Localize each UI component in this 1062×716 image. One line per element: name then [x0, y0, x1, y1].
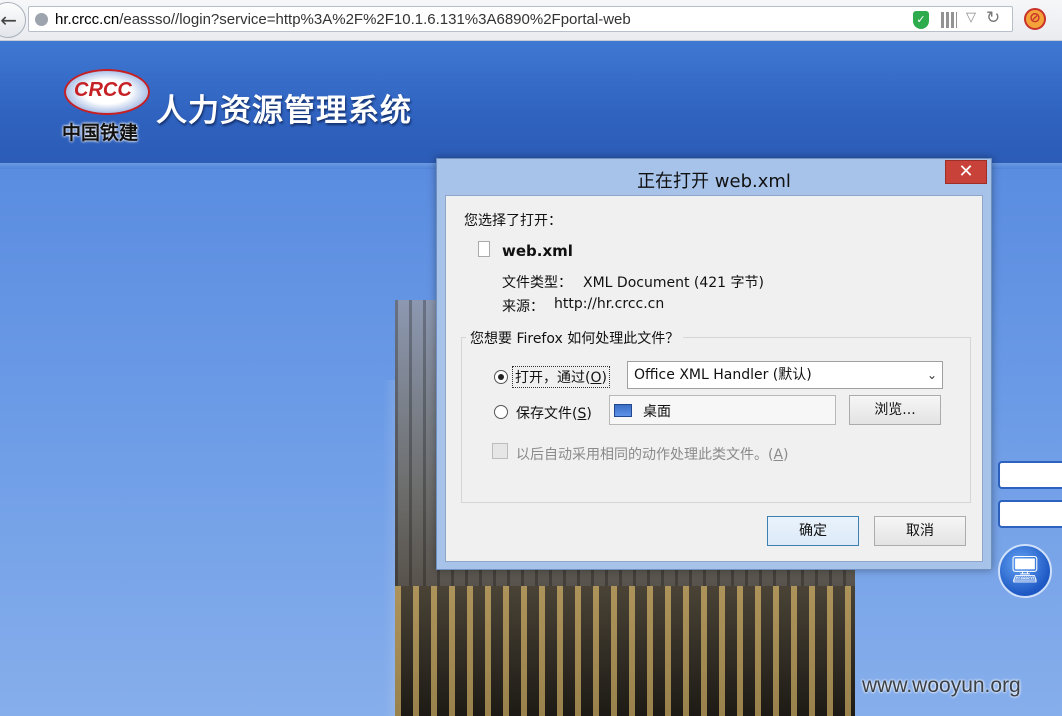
dialog-titlebar[interactable]: 正在打开 web.xml ✕ [437, 159, 991, 195]
file-type-label: 文件类型： [502, 275, 572, 291]
open-with-label-post: ) [601, 370, 607, 386]
username-input[interactable] [998, 461, 1062, 489]
open-file-dialog: 正在打开 web.xml ✕ 您选择了打开： web.xml 文件类型： XML… [436, 158, 992, 570]
auto-action-label[interactable]: 以后自动采用相同的动作处理此类文件。(A) [516, 444, 789, 464]
reload-icon[interactable]: ↻ [986, 8, 1000, 28]
save-file-radio[interactable] [494, 405, 508, 419]
save-location-text: 桌面 [643, 404, 671, 420]
ok-button[interactable]: 确定 [767, 516, 859, 546]
logo-chinese-name: 中国铁建 [62, 122, 139, 144]
site-header: CRCC 中国铁建 人力资源管理系统 [0, 41, 1062, 169]
auto-label-post: ) [783, 447, 789, 463]
cancel-button[interactable]: 取消 [874, 516, 966, 546]
save-file-label[interactable]: 保存文件(S) [516, 403, 592, 423]
auto-action-checkbox[interactable] [492, 443, 508, 459]
browse-button[interactable]: 浏览... [849, 395, 941, 425]
file-type-value: XML Document (421 字节) [583, 275, 764, 291]
open-with-label-pre: 打开，通过( [515, 370, 591, 386]
shield-icon[interactable]: ✓ [913, 11, 929, 29]
dropdown-arrow-icon[interactable]: ▽ [966, 10, 976, 25]
close-icon[interactable]: ✕ [945, 160, 987, 184]
dialog-content: 您选择了打开： web.xml 文件类型： XML Document (421 … [445, 195, 983, 562]
qr-code-icon[interactable] [941, 12, 957, 28]
dialog-title: 正在打开 web.xml [637, 171, 791, 192]
auto-accel: A [773, 447, 784, 463]
url-host: hr.crcc.cn [55, 11, 120, 28]
system-title: 人力资源管理系统 [156, 93, 412, 129]
auto-label-pre: 以后自动采用相同的动作处理此类文件。( [516, 447, 774, 463]
source-value: http://hr.crcc.cn [554, 296, 665, 312]
source-label: 来源： [502, 299, 544, 315]
save-location-field[interactable]: 桌面 [609, 395, 836, 425]
handler-select[interactable]: Office XML Handler (默认) ⌄ [627, 361, 943, 389]
url-path: /eassso//login?service=http%3A%2F%2F10.1… [119, 11, 631, 28]
crcc-logo-text: CRCC [74, 79, 132, 101]
adblock-icon[interactable]: ⊘ [1024, 8, 1046, 30]
address-bar[interactable]: hr.crcc.cn/eassso//login?service=http%3A… [28, 6, 1013, 32]
handler-selected-value: Office XML Handler (默认) [634, 367, 812, 383]
open-with-accel: O [590, 370, 602, 386]
password-input[interactable] [998, 500, 1062, 528]
url-text[interactable]: hr.crcc.cn/eassso//login?service=http%3A… [55, 11, 631, 28]
save-label-pre: 保存文件( [516, 406, 578, 422]
chevron-down-icon[interactable]: ⌄ [927, 362, 937, 388]
watermark: www.wooyun.org [862, 674, 1021, 697]
file-icon [478, 241, 490, 257]
open-with-radio[interactable] [494, 370, 508, 384]
open-with-label[interactable]: 打开，通过(O) [512, 366, 610, 388]
save-label-post: ) [586, 406, 592, 422]
file-name: web.xml [502, 242, 573, 260]
globe-icon [35, 13, 48, 26]
you-chose-label: 您选择了打开： [464, 213, 562, 229]
login-button[interactable]: 🖥 [998, 544, 1052, 598]
back-arrow-icon[interactable]: ← [0, 2, 26, 38]
desktop-icon [614, 404, 632, 417]
handling-question: 您想要 Firefox 如何处理此文件？ [466, 328, 684, 348]
browser-toolbar: ← hr.crcc.cn/eassso//login?service=http%… [0, 0, 1062, 41]
